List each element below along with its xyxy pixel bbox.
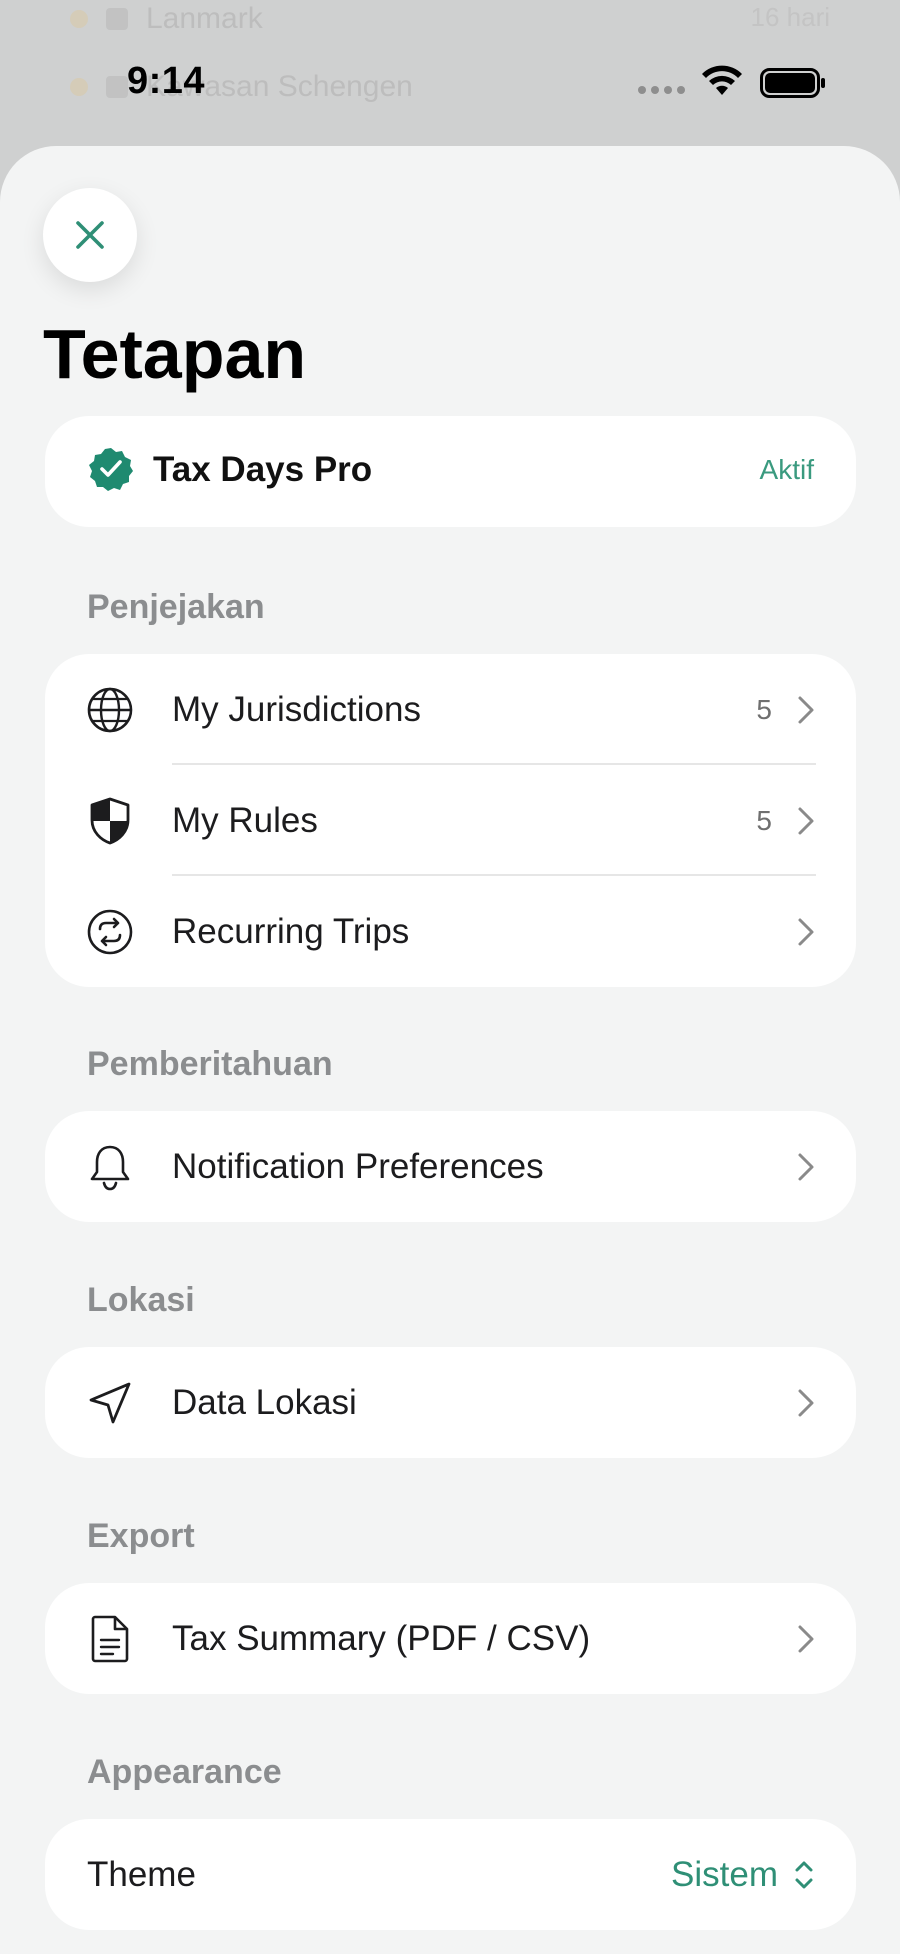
export-card: Tax Summary (PDF / CSV)	[45, 1583, 856, 1694]
row-label: Notification Preferences	[172, 1146, 544, 1186]
section-header-notifications: Pemberitahuan	[87, 1045, 333, 1083]
page-title: Tetapan	[43, 315, 307, 393]
count-badge: 5	[756, 693, 772, 725]
row-my-rules[interactable]: My Rules 5	[45, 765, 856, 876]
row-label: Data Lokasi	[172, 1382, 357, 1422]
location-arrow-icon	[85, 1378, 135, 1428]
row-label: My Rules	[172, 800, 318, 840]
battery-icon	[760, 68, 825, 98]
pro-title: Tax Days Pro	[153, 450, 373, 489]
chevron-right-icon	[798, 1625, 814, 1652]
cellular-signal-icon	[638, 86, 685, 94]
chevron-right-icon	[798, 696, 814, 723]
row-tax-summary[interactable]: Tax Summary (PDF / CSV)	[45, 1583, 856, 1694]
status-time: 9:14	[127, 60, 206, 102]
location-card: Data Lokasi	[45, 1347, 856, 1458]
row-theme[interactable]: Theme Sistem	[45, 1819, 856, 1930]
close-icon	[76, 221, 104, 249]
document-icon	[85, 1614, 135, 1664]
row-label: My Jurisdictions	[172, 689, 421, 729]
theme-select[interactable]: Sistem	[671, 1855, 778, 1895]
section-header-appearance: Appearance	[87, 1753, 282, 1791]
verified-badge-icon	[89, 448, 133, 491]
pro-card[interactable]: Tax Days Pro Aktif	[45, 416, 856, 527]
repeat-icon	[85, 907, 135, 957]
status-bar: 9:14	[0, 0, 900, 160]
row-data-lokasi[interactable]: Data Lokasi	[45, 1347, 856, 1458]
chevron-right-icon	[798, 1389, 814, 1416]
row-my-jurisdictions[interactable]: My Jurisdictions 5	[45, 654, 856, 765]
chevron-right-icon	[798, 918, 814, 945]
close-button[interactable]	[43, 188, 137, 282]
globe-icon	[85, 685, 135, 735]
wifi-icon	[702, 65, 742, 95]
bell-icon	[85, 1142, 135, 1192]
row-label: Tax Summary (PDF / CSV)	[172, 1618, 591, 1658]
chevron-up-down-icon[interactable]	[792, 1857, 816, 1893]
tracking-card: My Jurisdictions 5 My Rules 5 Recurring …	[45, 654, 856, 987]
pro-row[interactable]: Tax Days Pro Aktif	[45, 416, 856, 527]
theme-label: Theme	[87, 1854, 196, 1894]
row-recurring-trips[interactable]: Recurring Trips	[45, 876, 856, 987]
count-badge: 5	[756, 804, 772, 836]
shield-icon	[85, 796, 135, 846]
section-header-location: Lokasi	[87, 1281, 195, 1319]
row-label: Recurring Trips	[172, 911, 410, 951]
section-header-tracking: Penjejakan	[87, 588, 265, 626]
notifications-card: Notification Preferences	[45, 1111, 856, 1222]
chevron-right-icon	[798, 807, 814, 834]
appearance-card: Theme Sistem	[45, 1819, 856, 1930]
chevron-right-icon	[798, 1153, 814, 1180]
section-header-export: Export	[87, 1517, 195, 1555]
row-notification-preferences[interactable]: Notification Preferences	[45, 1111, 856, 1222]
settings-sheet: Tetapan Tax Days Pro Aktif Penjejakan My	[0, 146, 900, 1954]
pro-status-badge: Aktif	[759, 454, 814, 485]
